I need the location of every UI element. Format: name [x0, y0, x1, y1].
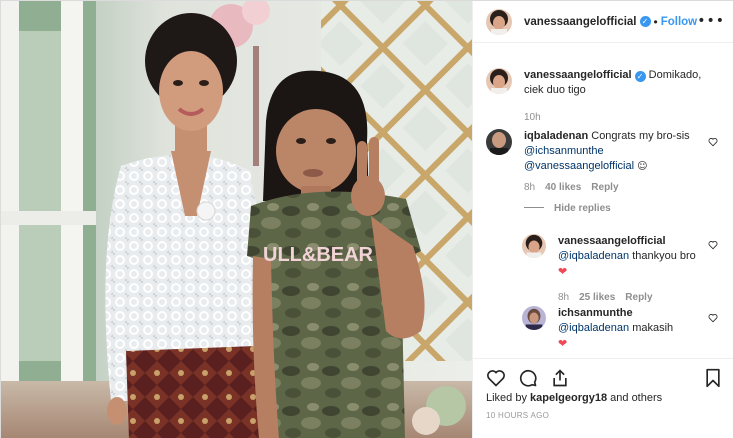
reply-row: ichsanmunthe @iqbaladenan makasih ❤ [522, 306, 698, 352]
reply-username[interactable]: ichsanmunthe [558, 307, 633, 319]
verified-badge-icon: ✓ [634, 71, 646, 82]
reply-text: thankyou bro [632, 250, 696, 262]
caption-row: vanessaangelofficial ✓ Domikado, ciek duo… [486, 68, 714, 125]
comment-bubble-icon[interactable] [518, 368, 538, 388]
heart-emoji: ❤ [558, 337, 568, 350]
reply-meta: 8h 25 likes Reply [558, 290, 698, 305]
author-username[interactable]: vanessaangelofficial [524, 16, 637, 28]
post-photo-image: ULL&BEAR [1, 1, 472, 438]
save-bookmark-icon[interactable] [704, 368, 722, 388]
caption-body: vanessaangelofficial ✓ Domikado, ciek duo… [524, 68, 714, 125]
more-options-icon[interactable]: ••• [697, 13, 725, 29]
reply-button[interactable]: Reply [625, 292, 652, 303]
comment-body: iqbaladenan Congrats my bro-sis @ichsanm… [524, 129, 704, 195]
caption-username[interactable]: vanessaangelofficial [524, 69, 632, 81]
instagram-post-window: ULL&BEAR vanessaangelofficial ✓ • Follow… [0, 0, 733, 438]
comment-time[interactable]: 8h [524, 182, 535, 193]
mention-link[interactable]: @vanessaangelofficial [524, 160, 634, 172]
comment-likes[interactable]: 40 likes [545, 182, 581, 193]
reply-row: vanessaangelofficial @iqbaladenan thanky… [522, 234, 698, 305]
post-photo[interactable]: ULL&BEAR [1, 1, 472, 438]
liked-by-user-link[interactable]: kapelgeorgy18 [530, 392, 607, 404]
reply-time[interactable]: 8h [558, 292, 569, 303]
reply-username[interactable]: vanessaangelofficial [558, 235, 666, 247]
comment-username[interactable]: iqbaladenan [524, 130, 588, 142]
reply-avatar[interactable] [522, 306, 546, 330]
reply-body: vanessaangelofficial @iqbaladenan thanky… [558, 234, 698, 305]
post-timestamp[interactable]: 10 HOURS AGO [486, 411, 549, 420]
reply-button[interactable]: Reply [591, 182, 618, 193]
mention-link[interactable]: @iqbaladenan [558, 322, 629, 334]
hide-replies-label[interactable]: Hide replies [554, 203, 611, 214]
share-upload-icon[interactable] [550, 368, 570, 388]
liked-by-suffix[interactable]: and others [610, 392, 662, 404]
mention-link[interactable]: @iqbaladenan [558, 250, 629, 262]
post-actions: Liked by kapelgeorgy18 and others 10 HOU… [473, 358, 733, 438]
smile-emoji: ☺ [637, 161, 648, 172]
reply-body: ichsanmunthe @iqbaladenan makasih ❤ [558, 306, 698, 352]
hide-replies-toggle[interactable]: Hide replies [524, 203, 611, 214]
like-comment-heart-icon[interactable] [708, 137, 718, 147]
heart-emoji: ❤ [558, 265, 568, 278]
like-reply-heart-icon[interactable] [708, 240, 718, 250]
replies-divider-line [524, 207, 544, 208]
separator-dot: • [653, 14, 658, 29]
mention-link[interactable]: @ichsanmunthe [524, 145, 604, 157]
like-heart-icon[interactable] [486, 368, 506, 388]
comment-meta: 8h 40 likes Reply [524, 180, 704, 195]
caption-time[interactable]: 10h [524, 110, 714, 125]
liked-by-prefix: Liked by [486, 392, 527, 404]
commenter-avatar[interactable] [486, 129, 512, 155]
reply-likes[interactable]: 25 likes [579, 292, 615, 303]
follow-button[interactable]: Follow [661, 16, 697, 28]
liked-by-summary: Liked by kapelgeorgy18 and others [486, 392, 662, 404]
comment-row: iqbaladenan Congrats my bro-sis @ichsanm… [486, 129, 704, 195]
post-header: vanessaangelofficial ✓ • Follow ••• [473, 1, 733, 43]
reply-text: makasih [632, 322, 674, 334]
verified-badge-icon: ✓ [639, 16, 651, 27]
comment-text: Congrats my bro-sis [591, 130, 690, 142]
post-details-panel: vanessaangelofficial ✓ • Follow ••• vane… [472, 1, 733, 438]
like-reply-heart-icon[interactable] [708, 313, 718, 323]
photo-shirt-print: ULL&BEAR [263, 244, 374, 266]
reply-avatar[interactable] [522, 234, 546, 258]
author-avatar[interactable] [486, 8, 512, 35]
caption-avatar[interactable] [486, 68, 512, 94]
